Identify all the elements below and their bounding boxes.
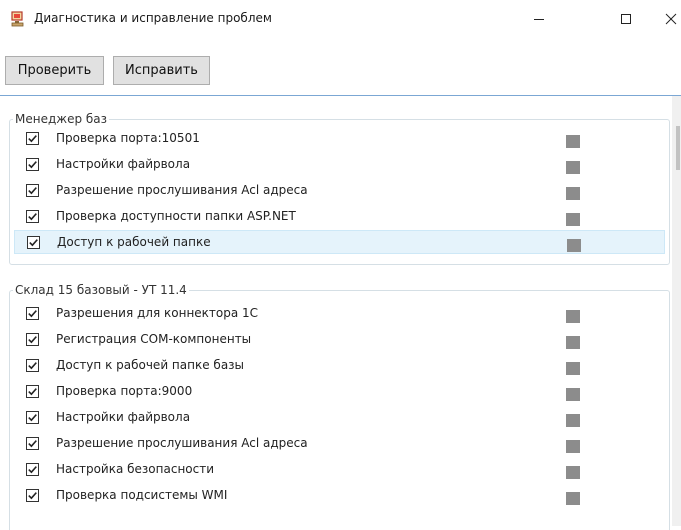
toolbar: Проверить Исправить [0,40,681,96]
fix-button[interactable]: Исправить [113,56,210,85]
checkbox[interactable] [26,210,39,223]
group-warehouse-base: Склад 15 базовый - УТ 11.4 Разрешения дл… [9,282,670,530]
status-indicator-icon [566,464,580,479]
checkbox[interactable] [26,184,39,197]
check-item-label: Проверка порта:9000 [56,384,193,398]
minimize-button[interactable] [519,6,559,32]
check-item[interactable]: Разрешения для коннектора 1С [14,302,665,326]
status-indicator-icon [566,360,580,375]
check-item-label: Доступ к рабочей папке [57,235,211,249]
checkbox[interactable] [26,437,39,450]
checkbox[interactable] [26,132,39,145]
vertical-scrollbar[interactable] [672,96,681,526]
checkbox[interactable] [26,333,39,346]
check-item[interactable]: Проверка порта:9000 [14,380,665,404]
check-item[interactable]: Разрешение прослушивания Acl адреса [14,179,665,203]
check-item-label: Проверка подсистемы WMI [56,488,228,502]
checkbox[interactable] [26,158,39,171]
check-item[interactable]: Проверка доступности папки ASP.NET [14,205,665,229]
diagnostics-list: Менеджер баз Проверка порта:10501 Настрой… [0,96,681,530]
status-indicator-icon [566,185,580,200]
group-database-manager: Менеджер баз Проверка порта:10501 Настрой… [9,111,670,265]
check-item[interactable]: Настройки файрвола [14,153,665,177]
check-item-label: Проверка порта:10501 [56,131,200,145]
check-item[interactable]: Настройки файрвола [14,406,665,430]
checkbox[interactable] [27,236,40,249]
check-item[interactable]: Проверка порта:10501 [14,127,665,151]
computer-repair-icon [11,11,25,27]
status-indicator-icon [566,308,580,323]
minimize-icon [533,10,545,29]
check-item[interactable]: Разрешение прослушивания Acl адреса [14,432,665,456]
checkbox[interactable] [26,385,39,398]
check-item[interactable]: Настройка безопасности [14,458,665,482]
group-title: Менеджер баз [13,111,110,127]
title-bar: Диагностика и исправление проблем [0,0,681,40]
maximize-button[interactable] [606,6,646,32]
check-item-label: Регистрация COM-компоненты [56,332,252,346]
checkbox[interactable] [26,411,39,424]
status-indicator-icon [566,159,580,174]
check-item[interactable]: Регистрация COM-компоненты [14,328,665,352]
checkbox[interactable] [26,359,39,372]
check-item[interactable]: Доступ к рабочей папке [14,230,665,254]
check-item[interactable]: Доступ к рабочей папке базы [14,354,665,378]
status-indicator-icon [566,438,580,453]
check-item-label: Настройки файрвола [56,410,191,424]
checkbox[interactable] [26,489,39,502]
close-icon [665,10,677,29]
check-item-label: Проверка доступности папки ASP.NET [56,209,296,223]
status-indicator-icon [566,412,580,427]
check-item-label: Настройки файрвола [56,157,191,171]
status-indicator-icon [566,211,580,226]
window-title: Диагностика и исправление проблем [34,11,272,25]
status-indicator-icon [566,490,580,505]
check-item-label: Разрешение прослушивания Acl адреса [56,436,308,450]
status-indicator-icon [566,334,580,349]
status-indicator-icon [566,386,580,401]
check-item[interactable]: Проверка подсистемы WMI [14,484,665,508]
status-indicator-icon [566,133,580,148]
check-item-label: Настройка безопасности [56,462,215,476]
check-button[interactable]: Проверить [5,56,104,85]
close-button[interactable] [651,6,681,32]
checkbox[interactable] [26,307,39,320]
scrollbar-thumb[interactable] [676,126,680,170]
checkbox[interactable] [26,463,39,476]
maximize-icon [620,10,632,29]
check-item-label: Разрешение прослушивания Acl адреса [56,183,308,197]
status-indicator-icon [567,237,581,252]
check-item-label: Доступ к рабочей папке базы [56,358,245,372]
check-item-label: Разрешения для коннектора 1С [56,306,259,320]
group-title: Склад 15 базовый - УТ 11.4 [13,282,189,298]
